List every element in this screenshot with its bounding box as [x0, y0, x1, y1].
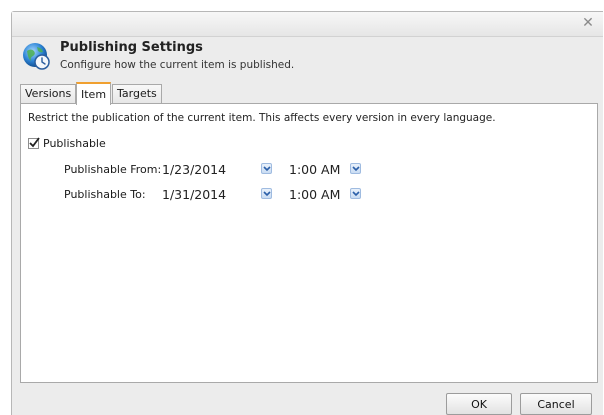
chevron-down-icon	[352, 166, 360, 172]
item-tab-panel: Restrict the publication of the current …	[20, 103, 598, 383]
chevron-down-icon	[263, 166, 271, 172]
dialog-header: Publishing Settings Configure how the cu…	[12, 36, 603, 84]
publishable-from-label: Publishable From:	[64, 163, 162, 176]
cancel-button[interactable]: Cancel	[520, 393, 592, 415]
publishing-settings-dialog: ✕ Publishing Settings Configure how the …	[11, 11, 603, 415]
ok-button[interactable]: OK	[446, 393, 512, 415]
publishable-from-date[interactable]: 1/23/2014	[162, 162, 226, 177]
globe-clock-icon	[23, 43, 50, 70]
tab-versions[interactable]: Versions	[20, 84, 77, 103]
checkmark-icon	[29, 137, 40, 148]
chevron-down-icon	[352, 191, 360, 197]
close-icon[interactable]: ✕	[581, 16, 595, 30]
publishable-to-label: Publishable To:	[64, 188, 146, 201]
publishable-to-time-dropdown[interactable]	[350, 188, 361, 199]
dialog-title: Publishing Settings	[60, 40, 203, 55]
publishable-from-date-dropdown[interactable]	[261, 163, 272, 174]
publishable-to-time[interactable]: 1:00 AM	[289, 187, 340, 202]
publishable-to-date[interactable]: 1/31/2014	[162, 187, 226, 202]
dialog-titlebar[interactable]: ✕	[12, 12, 603, 37]
restriction-description: Restrict the publication of the current …	[28, 112, 496, 124]
chevron-down-icon	[263, 191, 271, 197]
publishable-from-time[interactable]: 1:00 AM	[289, 162, 340, 177]
publishable-row: Publishable	[28, 137, 106, 150]
publishable-from-time-dropdown[interactable]	[350, 163, 361, 174]
dialog-subtitle: Configure how the current item is publis…	[60, 59, 295, 71]
publishable-label: Publishable	[43, 137, 106, 150]
publishable-checkbox[interactable]	[28, 137, 40, 149]
tab-item[interactable]: Item	[76, 82, 112, 105]
tab-targets[interactable]: Targets	[112, 84, 162, 103]
publishable-to-date-dropdown[interactable]	[261, 188, 272, 199]
